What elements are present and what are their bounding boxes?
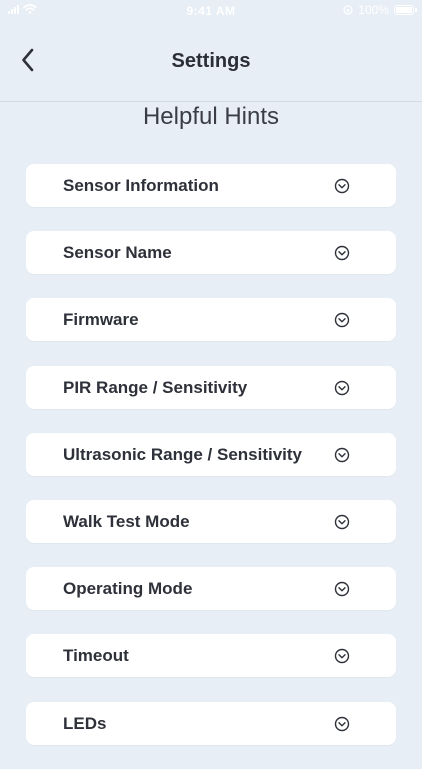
status-right: 100% <box>343 3 417 17</box>
chevron-down-circle-icon[interactable] <box>334 581 350 597</box>
hint-label: Ultrasonic Range / Sensitivity <box>63 444 303 464</box>
hint-row-sensor-information[interactable]: Sensor Information <box>26 164 396 207</box>
status-bar: 9:41 AM 100% <box>0 0 422 22</box>
chevron-down-circle-icon[interactable] <box>334 648 350 664</box>
page-title: Settings <box>171 50 251 72</box>
hint-row-ultrasonic-range[interactable]: Ultrasonic Range / Sensitivity <box>26 432 396 476</box>
chevron-down-circle-icon[interactable] <box>334 514 350 530</box>
chevron-down-circle-icon[interactable] <box>334 716 350 732</box>
chevron-down-circle-icon[interactable] <box>334 178 350 194</box>
section-heading: Helpful Hints <box>142 103 280 130</box>
navigation-bar: Settings <box>0 22 422 102</box>
hint-label: Sensor Information <box>63 176 219 195</box>
chevron-down-circle-icon[interactable] <box>334 312 350 328</box>
hint-row-operating-mode[interactable]: Operating Mode <box>26 567 396 611</box>
hint-label: Timeout <box>63 646 129 666</box>
hint-row-sensor-name[interactable]: Sensor Name <box>26 231 396 275</box>
rotation-lock-icon <box>343 5 353 15</box>
hint-label: Sensor Name <box>63 243 172 263</box>
hint-label: LEDs <box>63 713 107 733</box>
hint-row-timeout[interactable]: Timeout <box>26 634 396 678</box>
hint-label: Walk Test Mode <box>63 511 190 531</box>
hint-label: Operating Mode <box>63 579 193 599</box>
chevron-down-circle-icon[interactable] <box>334 380 350 396</box>
hint-label: PIR Range / Sensitivity <box>63 377 248 397</box>
hint-label: Firmware <box>63 310 139 330</box>
battery-percent: 100% <box>358 3 389 17</box>
hint-row-firmware[interactable]: Firmware <box>26 298 396 342</box>
hint-row-walk-test-mode[interactable]: Walk Test Mode <box>26 499 396 543</box>
hints-list: Sensor Information Sensor Name Firmware … <box>26 164 396 769</box>
chevron-down-circle-icon[interactable] <box>334 245 350 261</box>
hint-row-leds[interactable]: LEDs <box>26 701 396 745</box>
hint-row-pir-range[interactable]: PIR Range / Sensitivity <box>26 365 396 409</box>
chevron-down-circle-icon[interactable] <box>334 447 350 463</box>
battery-icon <box>394 5 417 15</box>
